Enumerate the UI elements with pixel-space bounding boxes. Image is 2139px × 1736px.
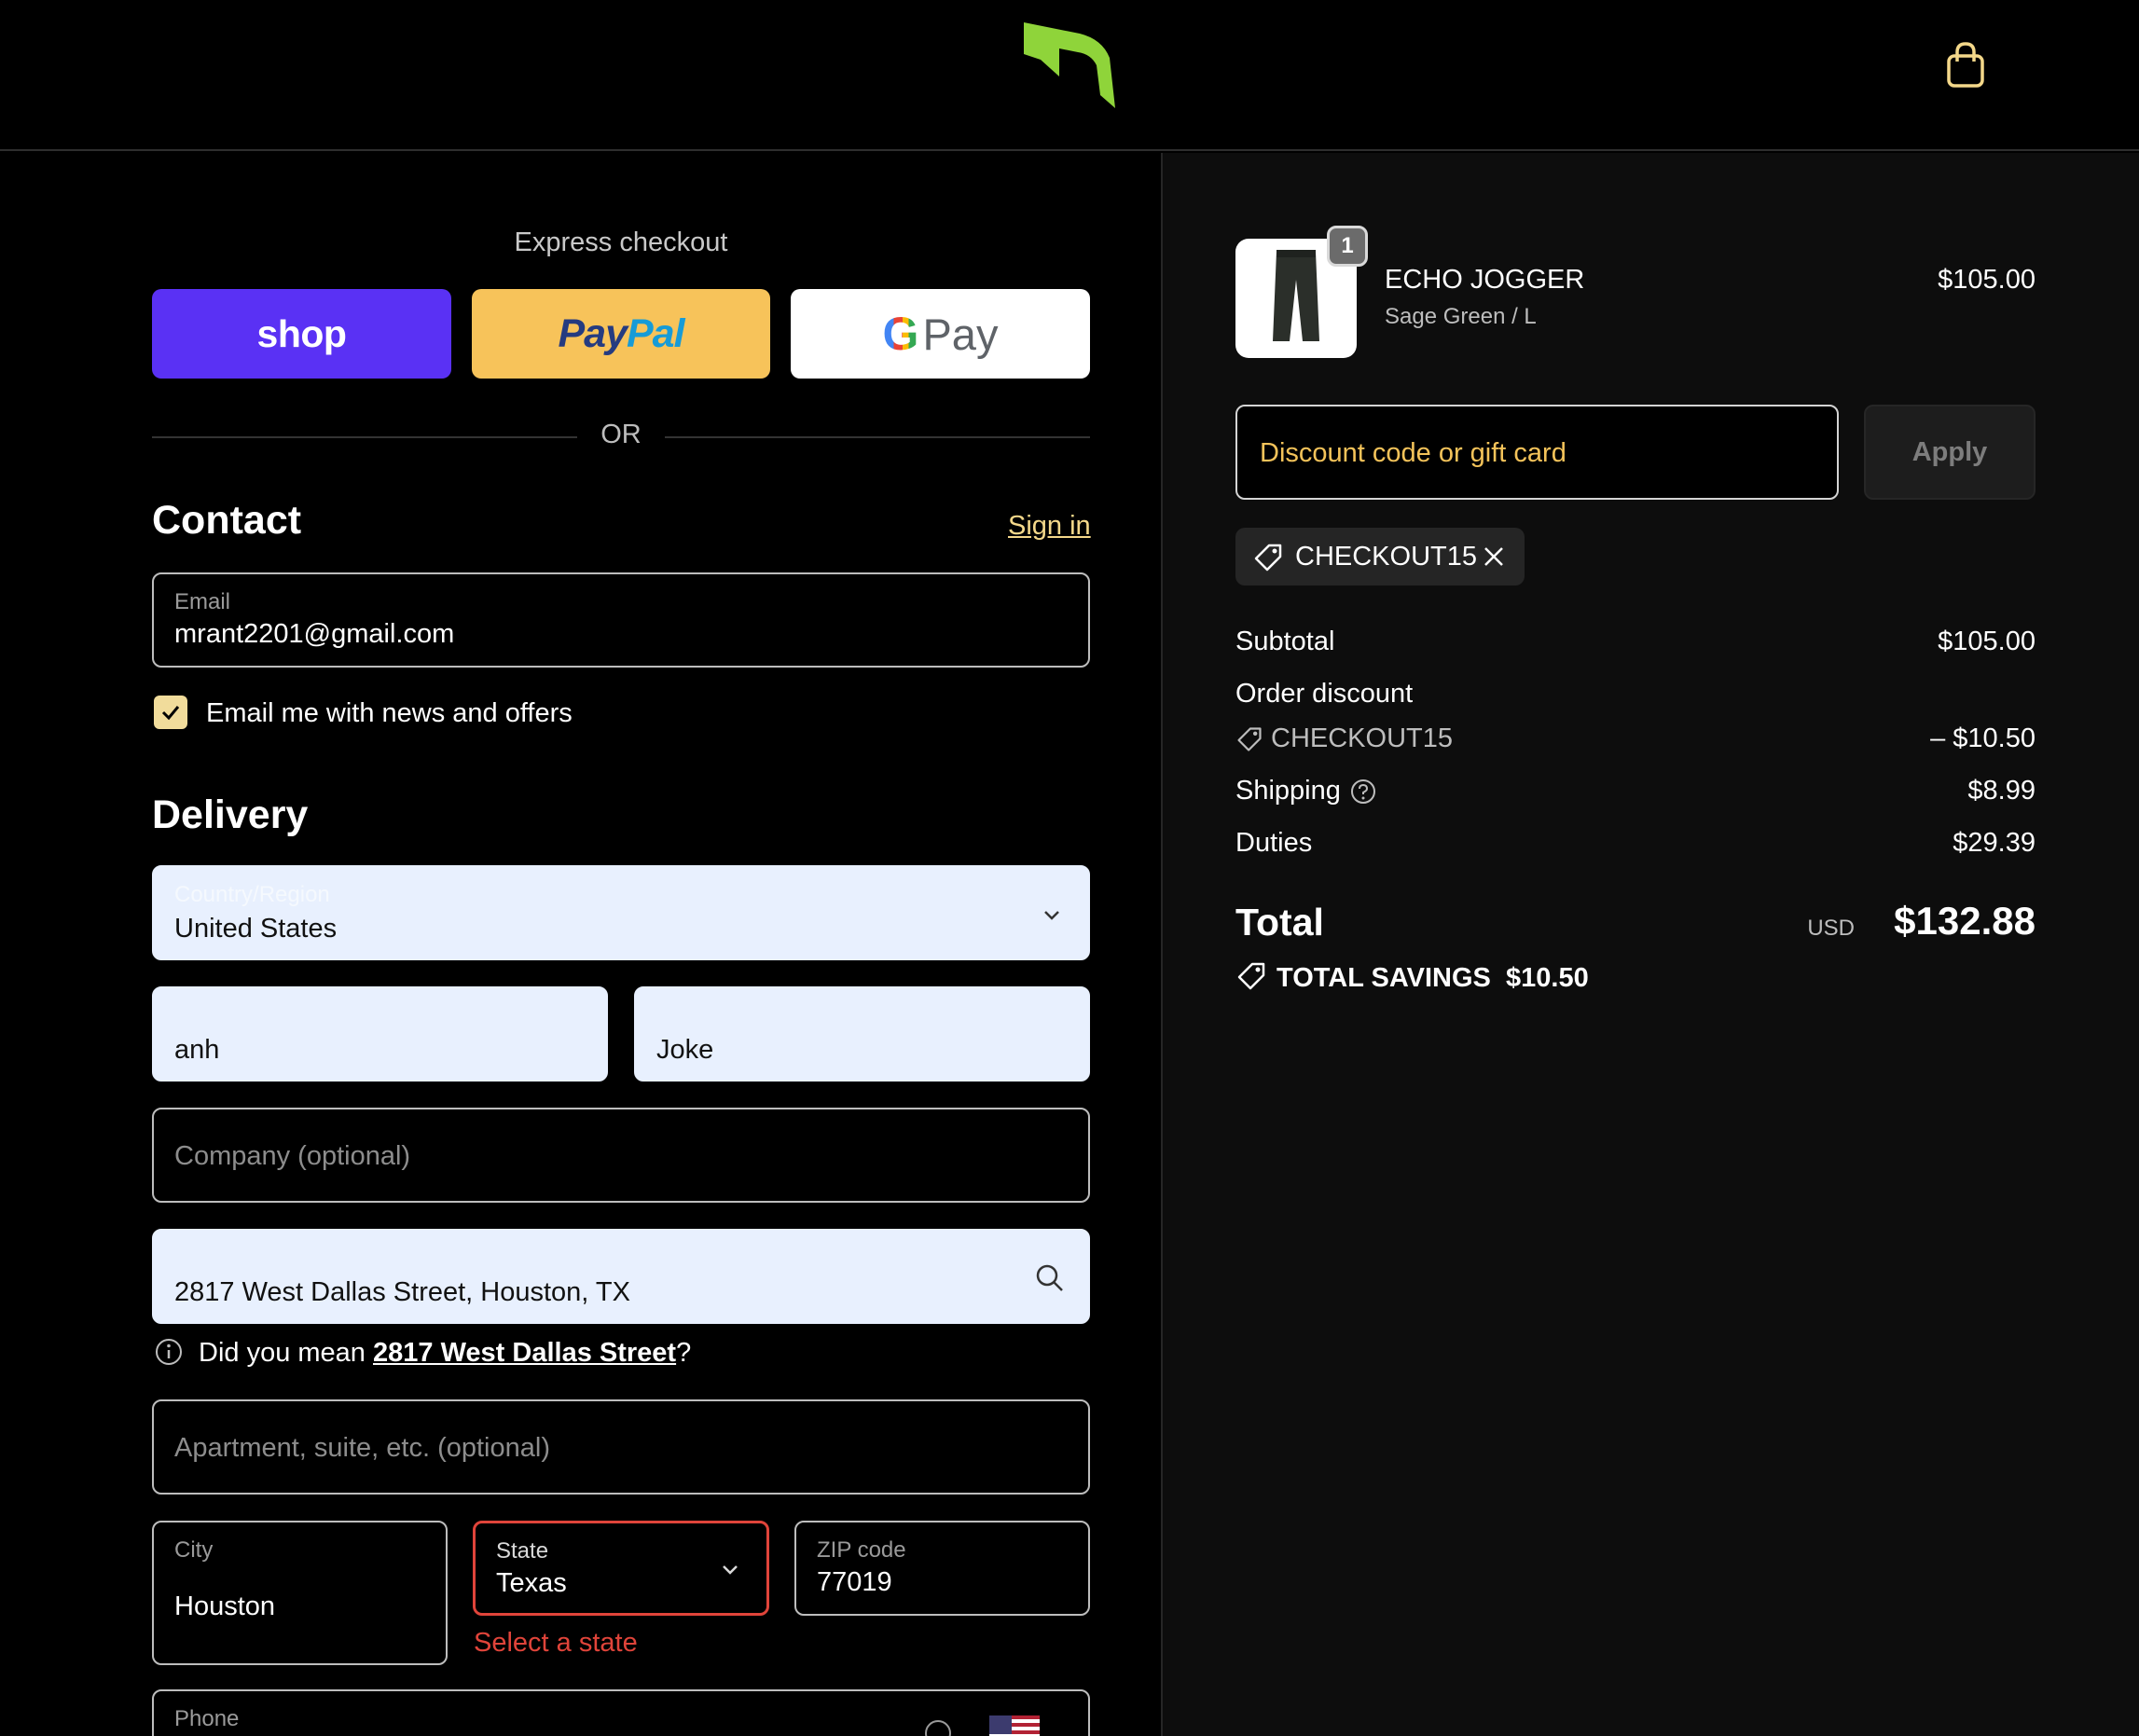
- product-variant: Sage Green / L: [1385, 304, 1537, 329]
- paypal-button[interactable]: PayPal: [472, 289, 770, 379]
- order-discount-code: CHECKOUT15: [1271, 723, 1453, 753]
- order-summary: 1 ECHO JOGGER Sage Green / L $105.00 Dis…: [1161, 153, 2139, 1736]
- subtotal-label: Subtotal: [1235, 627, 1335, 656]
- phone-field[interactable]: Phone: [152, 1689, 1090, 1736]
- info-icon: [156, 1339, 182, 1365]
- chevron-down-icon: [723, 1565, 738, 1575]
- product-name: ECHO JOGGER: [1385, 265, 1585, 295]
- company-placeholder: Company (optional): [174, 1141, 411, 1171]
- order-discount-value: – $10.50: [1930, 723, 2036, 753]
- shop-pay-button[interactable]: shop: [152, 289, 451, 379]
- shipping-label: Shipping: [1235, 776, 1341, 806]
- or-divider: OR: [152, 418, 1090, 455]
- delivery-heading: Delivery: [152, 792, 309, 837]
- shipping-value: $8.99: [1967, 776, 2036, 806]
- express-checkout-title: Express checkout: [514, 227, 728, 257]
- brand-logo-icon[interactable]: [1022, 17, 1117, 112]
- email-field[interactable]: Email mrant2201@gmail.com: [152, 572, 1090, 668]
- apartment-field[interactable]: Apartment, suite, etc. (optional): [152, 1399, 1090, 1495]
- last-name-value: Joke: [656, 1035, 714, 1065]
- savings-tag-icon: [1237, 962, 1265, 990]
- country-value: United States: [174, 914, 338, 944]
- total-savings: TOTAL SAVINGS $10.50: [1235, 960, 1589, 994]
- zip-label: ZIP code: [817, 1537, 906, 1563]
- google-g-icon: G: [882, 308, 919, 360]
- shop-pay-label: shop: [256, 311, 347, 355]
- contact-heading: Contact: [152, 498, 302, 543]
- phone-label: Phone: [174, 1706, 240, 1731]
- paypal-label-pal: Pal: [626, 310, 685, 356]
- first-name-value: anh: [174, 1035, 220, 1065]
- zip-value: 77019: [817, 1567, 892, 1597]
- suggestion-link[interactable]: 2817 West Dallas Street: [373, 1338, 676, 1368]
- city-label: City: [174, 1537, 214, 1563]
- search-icon[interactable]: [1034, 1262, 1066, 1294]
- total-value: $132.88: [1894, 899, 2036, 943]
- applied-discount-chip: CHECKOUT15: [1235, 528, 1525, 586]
- duties-value: $29.39: [1953, 828, 2036, 858]
- state-select[interactable]: State Texas: [473, 1521, 769, 1616]
- chevron-down-icon: [1044, 911, 1059, 920]
- country-label: Country/Region: [174, 882, 330, 907]
- or-label: OR: [600, 420, 642, 449]
- help-icon[interactable]: [922, 1717, 954, 1736]
- duties-label: Duties: [1235, 828, 1313, 858]
- subtotal-value: $105.00: [1938, 627, 2036, 656]
- last-name-field[interactable]: Joke: [634, 986, 1090, 1082]
- email-value: mrant2201@gmail.com: [174, 619, 455, 649]
- suggestion-prefix: Did you mean: [199, 1338, 373, 1368]
- newsletter-label: Email me with news and offers: [206, 698, 573, 728]
- company-field[interactable]: Company (optional): [152, 1108, 1090, 1203]
- apply-button[interactable]: Apply: [1864, 405, 2036, 500]
- savings-value: $10.50: [1506, 963, 1589, 993]
- apartment-placeholder: Apartment, suite, etc. (optional): [174, 1433, 550, 1463]
- tag-icon: [1237, 727, 1262, 751]
- country-select[interactable]: Country/Region United States: [152, 865, 1090, 960]
- total-currency: USD: [1807, 916, 1855, 941]
- savings-label: TOTAL SAVINGS: [1276, 963, 1491, 993]
- google-pay-button[interactable]: G Pay: [791, 289, 1090, 379]
- state-label: State: [496, 1538, 549, 1564]
- discount-placeholder: Discount code or gift card: [1260, 438, 1566, 468]
- checkout-form: Express checkout shop PayPal G Pay OR Co…: [0, 153, 1161, 1736]
- checkmark-icon: [161, 706, 180, 721]
- product-price: $105.00: [1938, 265, 2036, 295]
- discount-code-input[interactable]: Discount code or gift card: [1235, 405, 1839, 500]
- address-value: 2817 West Dallas Street, Houston, TX: [174, 1277, 630, 1307]
- city-value: Houston: [174, 1591, 276, 1621]
- zip-field[interactable]: ZIP code 77019: [794, 1521, 1090, 1616]
- address-suggestion: Did you mean 2817 West Dallas Street?: [199, 1338, 691, 1369]
- close-icon[interactable]: [1480, 543, 1508, 571]
- address-field[interactable]: 2817 West Dallas Street, Houston, TX: [152, 1229, 1090, 1324]
- us-flag-icon[interactable]: [989, 1715, 1040, 1736]
- newsletter-checkbox[interactable]: [154, 696, 187, 729]
- order-discount-label: Order discount: [1235, 679, 1414, 709]
- applied-code: CHECKOUT15: [1295, 542, 1477, 572]
- state-value: Texas: [496, 1568, 567, 1598]
- paypal-label-pay: Pay: [558, 310, 628, 356]
- site-header: [0, 0, 2139, 151]
- first-name-field[interactable]: anh: [152, 986, 608, 1082]
- city-field[interactable]: City Houston: [152, 1521, 448, 1665]
- tag-icon: [1254, 544, 1282, 572]
- sign-in-link[interactable]: Sign in: [1008, 511, 1091, 542]
- help-icon[interactable]: [1349, 778, 1377, 806]
- state-error-message: Select a state: [474, 1628, 638, 1658]
- quantity-badge: 1: [1327, 226, 1368, 267]
- suggestion-suffix: ?: [676, 1338, 692, 1368]
- total-label: Total: [1235, 901, 1324, 944]
- google-pay-label: Pay: [922, 309, 999, 359]
- shopping-bag-icon[interactable]: [1939, 39, 1992, 91]
- email-label: Email: [174, 589, 231, 614]
